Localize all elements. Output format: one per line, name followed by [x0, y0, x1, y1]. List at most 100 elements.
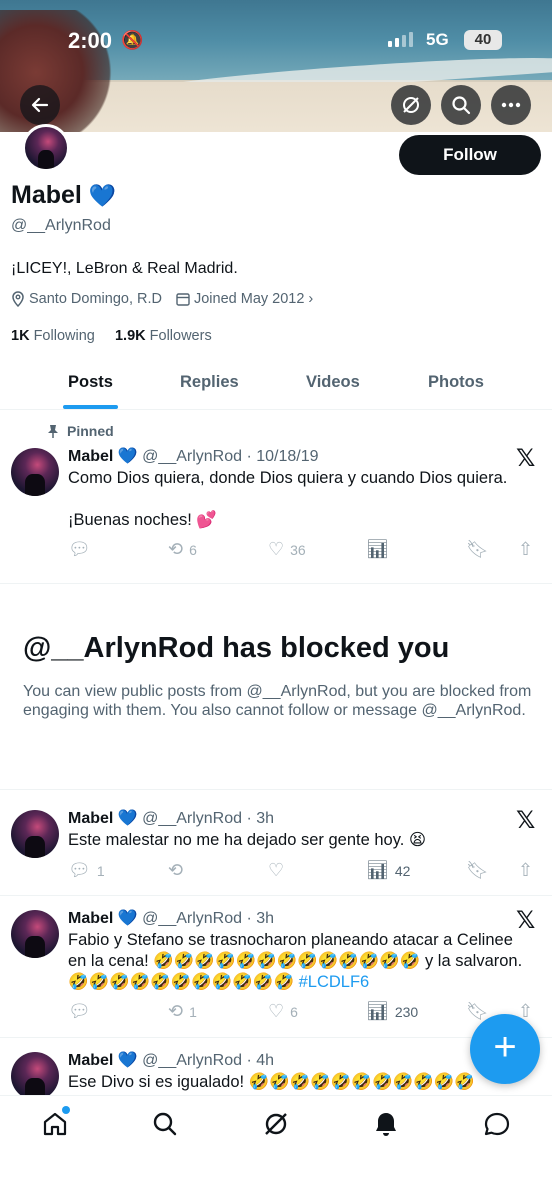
search-button[interactable]	[441, 85, 481, 125]
repost-button[interactable]: ⟲ 1	[168, 1001, 197, 1022]
signal-icon	[388, 32, 413, 47]
compose-post-button[interactable]: +	[470, 1014, 540, 1084]
status-time: 2:00	[68, 28, 113, 53]
reply-button[interactable]: 💬︎	[68, 539, 97, 560]
post-avatar[interactable]	[11, 810, 59, 858]
following-count: 1K	[11, 328, 30, 344]
followers-link[interactable]: 1.9K Followers	[115, 328, 212, 344]
status-bar: 2:00 🔕 5G 40	[0, 26, 552, 56]
post-avatar[interactable]	[11, 910, 59, 958]
views-button[interactable]: 📊︎ 42	[366, 860, 410, 881]
nav-messages[interactable]	[480, 1110, 514, 1144]
profile-meta: Santo Domingo, R.D Joined May 2012 ›	[11, 291, 313, 307]
heart-icon: ♡	[268, 860, 285, 880]
bookmark-button[interactable]: 🔖︎	[466, 539, 489, 560]
profile-tabs: Posts Replies Videos Photos	[0, 360, 552, 410]
back-button[interactable]	[20, 85, 60, 125]
post-handle-time: @__ArlynRod · 3h	[142, 910, 275, 927]
profile-name: Mabel 💙	[11, 181, 116, 210]
post-handle-time: @__ArlynRod · 10/18/19	[142, 448, 319, 465]
heart-icon: ♡	[268, 539, 285, 559]
blocked-notice: @__ArlynRod has blocked you You can view…	[0, 584, 552, 790]
tab-videos[interactable]: Videos	[306, 373, 360, 392]
following-label: Following	[33, 328, 95, 344]
battery-indicator: 40	[464, 30, 502, 50]
post-text-line: 🤣🤣🤣🤣🤣🤣🤣🤣🤣🤣🤣 #LCDLF6	[68, 972, 538, 993]
post-header: Mabel 💙 @__ArlynRod · 3h	[68, 808, 274, 828]
pinned-post[interactable]: Pinned Mabel 💙 @__ArlynRod · 10/18/19 𝕏 …	[0, 410, 552, 584]
joined-text: Joined May 2012	[193, 291, 305, 307]
more-button[interactable]	[491, 85, 531, 125]
tab-replies[interactable]: Replies	[180, 373, 239, 392]
followers-count: 1.9K	[114, 328, 146, 344]
reply-icon: 💬︎	[68, 860, 91, 880]
tab-posts[interactable]: Posts	[68, 373, 113, 392]
post-header: Mabel 💙 @__ArlynRod · 4h	[68, 1050, 274, 1070]
network-type: 5G	[426, 30, 449, 49]
pinned-indicator: Pinned	[47, 423, 114, 439]
blocked-title: @__ArlynRod has blocked you	[23, 632, 450, 664]
post-text: Fabio y Stefano se trasnocharon planeand…	[68, 930, 538, 993]
share-icon: ⇧	[518, 539, 534, 559]
reply-button[interactable]: 💬︎	[68, 1001, 97, 1022]
views-button[interactable]: 📊︎ 230	[366, 1001, 418, 1022]
plus-icon: +	[493, 1025, 517, 1069]
like-button[interactable]: ♡	[268, 860, 290, 881]
post[interactable]: Mabel 💙 @__ArlynRod · 3h 𝕏 Este malestar…	[0, 790, 552, 896]
post-avatar[interactable]	[11, 448, 59, 496]
post-author: Mabel 💙	[68, 810, 138, 827]
profile-stats: 1K Following 1.9K Followers	[11, 328, 212, 344]
grok-button[interactable]	[391, 85, 431, 125]
like-button[interactable]: ♡ 36	[268, 539, 306, 560]
share-button[interactable]: ⇧	[518, 860, 533, 881]
post-text-line: Fabio y Stefano se trasnocharon planeand…	[68, 931, 513, 949]
profile-avatar[interactable]	[22, 124, 70, 172]
repost-button[interactable]: ⟲ 6	[168, 539, 197, 560]
calendar-icon	[176, 293, 190, 306]
follow-button[interactable]: Follow	[399, 135, 541, 175]
post-handle-time: @__ArlynRod · 3h	[142, 810, 275, 827]
post-actions: 💬︎ 1 ⟲ ♡ 📊︎ 42 🔖︎ ⇧	[68, 860, 543, 882]
bookmark-button[interactable]: 🔖︎	[466, 860, 489, 881]
hashtag-link[interactable]: #LCDLF6	[299, 973, 370, 991]
reply-count: 1	[96, 862, 105, 879]
repost-icon: ⟲	[168, 539, 184, 559]
reply-button[interactable]: 💬︎ 1	[68, 860, 105, 881]
nav-grok[interactable]	[259, 1110, 293, 1144]
bell-slash-icon: 🔕	[121, 30, 144, 50]
pinned-label: Pinned	[67, 423, 114, 439]
bell-icon	[376, 1113, 396, 1136]
grok-icon	[265, 1113, 287, 1135]
share-button[interactable]: ⇧	[518, 539, 533, 560]
home-icon	[43, 1112, 67, 1136]
joined-date[interactable]: Joined May 2012 ›	[176, 291, 313, 307]
views-icon: 📊︎	[366, 860, 389, 880]
view-count: 230	[394, 1003, 419, 1020]
post-text: Como Dios quiera, donde Dios quiera y cu…	[68, 468, 538, 531]
following-link[interactable]: 1K Following	[11, 328, 95, 344]
repost-icon: ⟲	[168, 1001, 184, 1021]
pin-icon	[48, 425, 58, 438]
like-button[interactable]: ♡ 6	[268, 1001, 298, 1022]
repost-button[interactable]: ⟲	[168, 860, 189, 881]
reply-icon: 💬︎	[68, 1001, 91, 1021]
nav-search[interactable]	[148, 1110, 182, 1144]
bookmark-icon: 🔖︎	[466, 539, 489, 559]
post-text-line: ¡Buenas noches! 💕	[68, 511, 217, 529]
blocked-body: You can view public posts from @__ArlynR…	[23, 683, 532, 719]
tab-photos[interactable]: Photos	[428, 373, 484, 392]
nav-notifications[interactable]	[369, 1110, 403, 1144]
like-count: 36	[290, 541, 306, 558]
more-icon	[501, 102, 521, 108]
nav-home[interactable]	[38, 1110, 72, 1144]
active-tab-indicator	[63, 405, 118, 409]
post-text: Este malestar no me ha dejado ser gente …	[68, 831, 427, 849]
chat-bubble-icon	[484, 1112, 510, 1136]
bookmark-icon: 🔖︎	[466, 860, 489, 880]
post-avatar[interactable]	[11, 1052, 59, 1098]
grok-icon	[403, 97, 419, 113]
views-button[interactable]: 📊︎	[366, 539, 395, 560]
emoji-run: 🤣🤣🤣🤣🤣🤣🤣🤣🤣🤣🤣	[68, 973, 294, 991]
post[interactable]: Mabel 💙 @__ArlynRod · 3h 𝕏 Fabio y Stefa…	[0, 896, 552, 1038]
repost-count: 1	[189, 1003, 197, 1020]
